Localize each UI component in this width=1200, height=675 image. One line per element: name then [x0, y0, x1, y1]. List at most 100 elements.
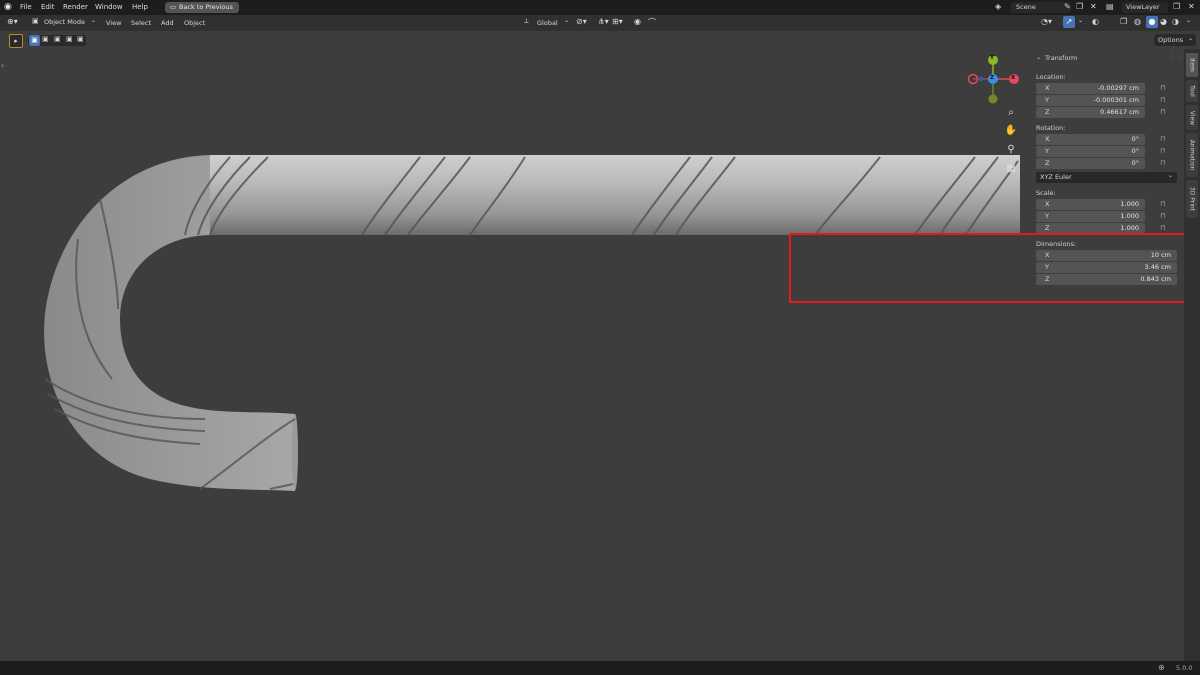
menu-file[interactable]: File	[20, 3, 32, 11]
axis-label: X	[1045, 84, 1050, 92]
snap-target-icon[interactable]: ⊞▾	[612, 17, 623, 26]
tab-item[interactable]: Item	[1186, 53, 1198, 77]
tab-animation[interactable]: Animation	[1186, 133, 1198, 177]
lock-icon[interactable]: ⊓	[1160, 85, 1167, 92]
material-shading-icon[interactable]: ◕	[1160, 17, 1167, 26]
pan-hand-icon[interactable]: ✋	[1003, 123, 1019, 139]
remove-view-layer-icon[interactable]: ✕	[1188, 2, 1195, 11]
pin-icon[interactable]: ✎	[1064, 2, 1071, 11]
xray-icon[interactable]: ❐	[1120, 17, 1127, 26]
proportional-edit-icon[interactable]: ◉	[634, 17, 641, 26]
lock-icon[interactable]: ⊓	[1160, 97, 1167, 104]
axis-label: Z	[1045, 159, 1050, 167]
scale-y-field[interactable]: Y 1.000	[1036, 211, 1145, 222]
select-intersect-icon[interactable]: ▣	[77, 35, 84, 43]
gizmo-x-label: X	[1011, 75, 1016, 81]
shading-options-icon[interactable]: ⌄	[1186, 17, 1191, 24]
location-x-field[interactable]: X -0.00297 cm	[1036, 83, 1145, 94]
tab-3d-print[interactable]: 3D Print	[1186, 180, 1198, 218]
rendered-shading-icon[interactable]: ◑	[1172, 17, 1179, 26]
menu-select[interactable]: Select	[131, 19, 151, 27]
rotation-label: Rotation:	[1036, 124, 1066, 132]
panel-collapse-chevron-icon[interactable]: ⌄	[1036, 54, 1041, 61]
scale-x-field[interactable]: X 1.000	[1036, 199, 1145, 210]
orientation-icon: ⟂	[524, 17, 529, 25]
camera-view-icon[interactable]: ⚲	[1003, 142, 1019, 158]
copy-view-layer-icon[interactable]: ❐	[1173, 2, 1180, 11]
lock-icon[interactable]: ⊓	[1160, 225, 1167, 232]
options-label: Options	[1158, 36, 1184, 44]
editor-type-icon[interactable]: ⊕▾	[7, 17, 18, 26]
tab-tool[interactable]: Tool	[1186, 80, 1198, 102]
falloff-icon[interactable]: ⌒	[648, 17, 656, 28]
menu-view[interactable]: View	[106, 19, 121, 27]
tab-view[interactable]: View	[1186, 105, 1198, 130]
menu-window[interactable]: Window	[95, 3, 123, 11]
scene-field[interactable]: Scene	[1011, 2, 1071, 13]
gizmo-y-label: Y	[990, 55, 994, 61]
network-globe-icon[interactable]: ⊕	[1158, 663, 1165, 672]
view-layer-icon[interactable]: ▤	[1106, 2, 1114, 11]
select-new-icon[interactable]: ▣	[29, 35, 40, 46]
active-tool-icon[interactable]: ▸	[9, 34, 23, 48]
blender-logo-icon[interactable]: ◉	[4, 2, 12, 12]
wireframe-shading-icon[interactable]: ◍	[1134, 17, 1141, 26]
orientation-selector[interactable]: ⟂ Global ⌄	[524, 17, 572, 28]
rotation-x-field[interactable]: X 0°	[1036, 134, 1145, 145]
lock-icon[interactable]: ⊓	[1160, 213, 1167, 220]
panel-drag-handle-icon[interactable]: ⋮⋮	[1170, 53, 1182, 60]
copy-scene-icon[interactable]: ❐	[1076, 2, 1083, 11]
menu-add[interactable]: Add	[161, 19, 174, 27]
orientation-label: Global	[537, 19, 558, 27]
location-z-field[interactable]: Z 0.46617 cm	[1036, 107, 1145, 118]
lock-icon[interactable]: ⊓	[1160, 136, 1167, 143]
navigation-gizmo[interactable]: Y X Z	[966, 55, 1022, 112]
selection-mode-group[interactable]: ▣ ▣ ▣ ▣ ▣	[28, 35, 86, 46]
solid-shading-icon[interactable]: ●	[1146, 16, 1158, 28]
mode-selector[interactable]: ▣ Object Mode ⌄	[31, 17, 99, 28]
version-label: 5.0.0	[1176, 664, 1193, 672]
rotation-z-field[interactable]: Z 0°	[1036, 158, 1145, 169]
lock-icon[interactable]: ⊓	[1160, 201, 1167, 208]
select-subtract-icon[interactable]: ▣	[54, 35, 61, 43]
back-to-previous-button[interactable]: ▭ Back to Previous	[165, 2, 239, 13]
chevron-down-icon: ⌄	[1167, 172, 1173, 179]
status-bar: ⊕ 5.0.0	[0, 661, 1200, 675]
axis-label: X	[1045, 200, 1050, 208]
menu-render[interactable]: Render	[63, 3, 88, 11]
menu-object[interactable]: Object	[184, 19, 205, 27]
remove-scene-icon[interactable]: ✕	[1090, 2, 1097, 11]
lock-icon[interactable]: ⊓	[1160, 148, 1167, 155]
axis-label: Z	[1045, 108, 1050, 116]
gizmo-toggle-icon[interactable]: ↗	[1063, 16, 1075, 28]
transform-panel-title[interactable]: Transform	[1045, 54, 1077, 62]
location-y-field[interactable]: Y -0.000301 cm	[1036, 95, 1145, 106]
rotation-z-value: 0°	[1131, 159, 1139, 167]
lock-icon[interactable]: ⊓	[1160, 160, 1167, 167]
chevron-down-icon: ⌄	[91, 17, 97, 24]
lock-icon[interactable]: ⊓	[1160, 109, 1167, 116]
pivot-icon[interactable]: ⊘▾	[576, 17, 587, 26]
zoom-icon[interactable]: ⌕	[1003, 105, 1019, 121]
options-dropdown[interactable]: Options ⌄	[1154, 34, 1196, 46]
rotation-y-field[interactable]: Y 0°	[1036, 146, 1145, 157]
select-extend-icon[interactable]: ▣	[42, 35, 49, 43]
select-invert-icon[interactable]: ▣	[66, 35, 73, 43]
object-mode-icon: ▣	[32, 17, 39, 25]
scale-label: Scale:	[1036, 189, 1056, 197]
rotation-mode-dropdown[interactable]: XYZ Euler ⌄	[1036, 172, 1177, 183]
3d-viewport[interactable]: › Y X Z ⌕ ✋ ⚲ ▦	[0, 49, 1030, 661]
visibility-icon[interactable]: ◔▾	[1041, 17, 1052, 26]
candy-cane-model[interactable]	[0, 49, 1030, 661]
view-layer-field[interactable]: ViewLayer	[1122, 2, 1168, 13]
axis-label: Z	[1045, 224, 1050, 232]
scale-y-value: 1.000	[1120, 212, 1139, 220]
scale-x-value: 1.000	[1120, 200, 1139, 208]
menu-help[interactable]: Help	[132, 3, 148, 11]
scene-selector-icon[interactable]: ◈	[995, 2, 1001, 11]
gizmo-chevron-icon[interactable]: ⌄	[1078, 17, 1083, 24]
menu-edit[interactable]: Edit	[41, 3, 55, 11]
snap-icon[interactable]: ⋔▾	[598, 17, 609, 26]
perspective-grid-icon[interactable]: ▦	[1003, 161, 1019, 177]
overlay-icon[interactable]: ◐	[1092, 17, 1099, 26]
